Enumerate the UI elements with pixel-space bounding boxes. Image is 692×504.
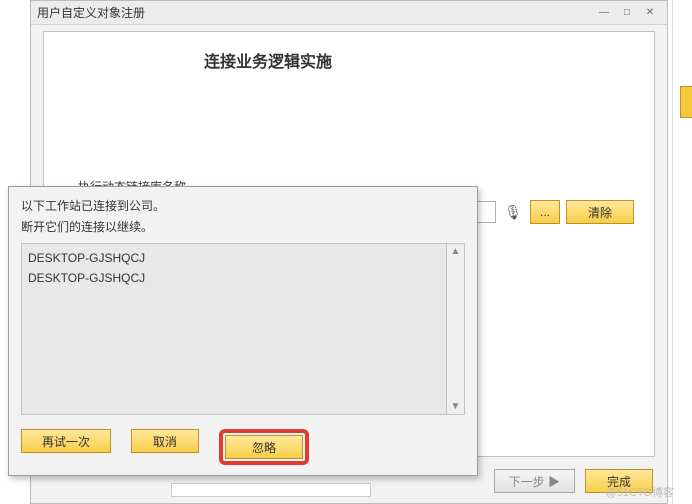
scroll-down-icon[interactable]: ▼ — [451, 401, 461, 412]
background-strip — [171, 483, 371, 497]
page-heading: 连接业务逻辑实施 — [204, 48, 644, 72]
clear-button[interactable]: 清除 — [566, 200, 634, 224]
dialog-footer: 再试一次 取消 忽略 — [21, 429, 309, 465]
scroll-up-icon[interactable]: ▲ — [451, 246, 461, 257]
station-listbox[interactable]: DESKTOP-GJSHQCJ DESKTOP-GJSHQCJ — [21, 243, 447, 415]
list-item[interactable]: DESKTOP-GJSHQCJ — [28, 248, 440, 268]
dialog-message-line2: 断开它们的连接以继续。 — [21, 218, 465, 235]
connected-stations-dialog: 以下工作站已连接到公司。 断开它们的连接以继续。 DESKTOP-GJSHQCJ… — [8, 186, 478, 476]
listbox-scrollbar[interactable]: ▲ ▼ — [447, 243, 465, 415]
next-button[interactable]: 下一步 ▶ — [494, 469, 575, 493]
list-item[interactable]: DESKTOP-GJSHQCJ — [28, 268, 440, 288]
mic-icon: 🎙 — [502, 201, 524, 223]
browse-button[interactable]: ... — [530, 200, 560, 224]
window-minimize-button[interactable]: — — [593, 5, 615, 21]
watermark: @51CTO博客 — [606, 484, 674, 500]
right-rail — [672, 0, 692, 504]
station-list-wrap: DESKTOP-GJSHQCJ DESKTOP-GJSHQCJ ▲ ▼ — [21, 243, 465, 415]
page-heading-text: 连接业务逻辑实施 — [204, 48, 332, 72]
main-window-title: 用户自定义对象注册 — [37, 4, 592, 21]
retry-button[interactable]: 再试一次 — [21, 429, 111, 453]
window-close-button[interactable]: ✕ — [639, 5, 661, 21]
ignore-button[interactable]: 忽略 — [225, 435, 303, 459]
dialog-message-line1: 以下工作站已连接到公司。 — [21, 197, 465, 214]
cancel-button[interactable]: 取消 — [131, 429, 199, 453]
main-titlebar: 用户自定义对象注册 — □ ✕ — [31, 1, 667, 25]
window-maximize-button[interactable]: □ — [616, 5, 638, 21]
right-rail-accent — [680, 86, 692, 118]
ignore-highlight: 忽略 — [219, 429, 309, 465]
